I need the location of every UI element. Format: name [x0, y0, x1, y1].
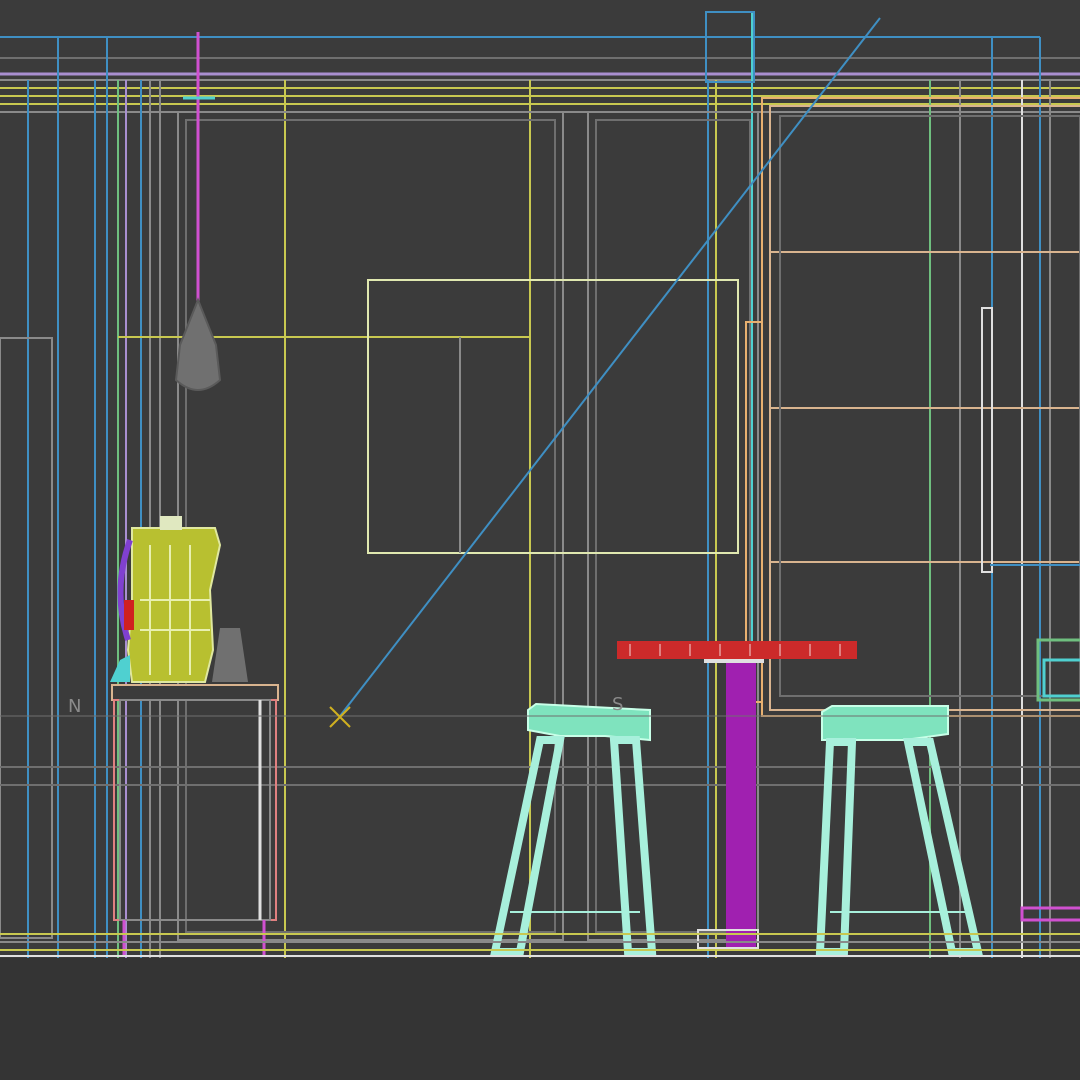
viewport-label-center: S	[612, 694, 623, 715]
floor-area	[0, 958, 1080, 1080]
viewport-canvas[interactable]: N S	[0, 0, 1080, 1080]
viewport-label-left: N	[68, 696, 81, 717]
